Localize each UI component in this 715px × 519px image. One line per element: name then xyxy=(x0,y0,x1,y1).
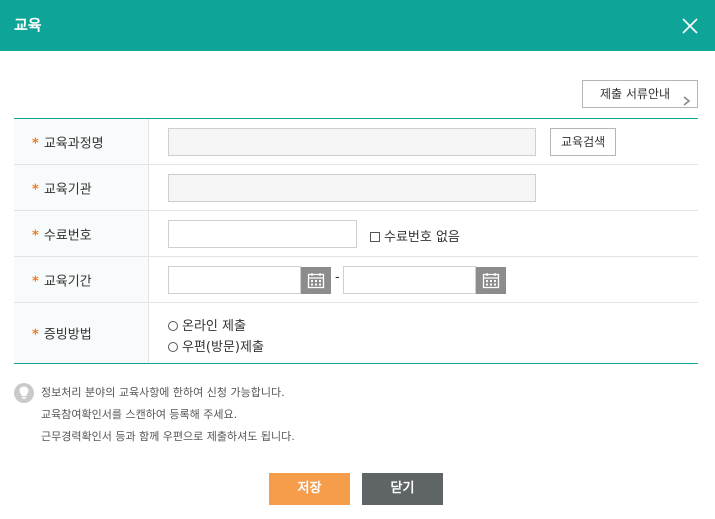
proof-mail-option[interactable]: 우편(방문)제출 xyxy=(168,336,264,355)
lightbulb-icon xyxy=(14,383,34,403)
education-form: * 교육과정명 교육검색 * 교육기관 * 수료번호 수료번호 없음 * 교육기간 - xyxy=(14,118,698,364)
institution-input[interactable] xyxy=(168,174,536,202)
document-guide-button[interactable]: 제출 서류안내 xyxy=(582,80,698,108)
notice-line: 정보처리 분야의 교육사항에 한하여 신청 가능합니다. xyxy=(41,386,285,399)
no-cert-number-option[interactable]: 수료번호 없음 xyxy=(370,226,460,245)
proof-mail-radio[interactable] xyxy=(168,342,178,352)
period-start-input[interactable] xyxy=(168,266,301,294)
period-separator: - xyxy=(335,270,340,285)
save-button[interactable]: 저장 xyxy=(269,473,350,505)
row-period: * 교육기간 - xyxy=(14,257,698,303)
period-label: 교육기간 xyxy=(43,274,92,289)
no-cert-number-checkbox[interactable] xyxy=(370,232,380,242)
proof-method-label: 증빙방법 xyxy=(43,327,92,343)
proof-online-radio[interactable] xyxy=(168,321,178,331)
course-name-label: 교육과정명 xyxy=(43,136,104,151)
required-mark: * xyxy=(32,136,39,151)
required-mark: * xyxy=(32,327,39,343)
period-end-input[interactable] xyxy=(343,266,476,294)
cert-number-label: 수료번호 xyxy=(43,228,92,243)
required-mark: * xyxy=(32,228,39,243)
row-institution: * 교육기관 xyxy=(14,165,698,211)
proof-online-label: 온라인 제출 xyxy=(182,319,246,334)
proof-online-option[interactable]: 온라인 제출 xyxy=(168,315,246,334)
required-mark: * xyxy=(32,182,39,197)
institution-label: 교육기관 xyxy=(43,182,92,197)
course-search-button[interactable]: 교육검색 xyxy=(550,128,617,156)
required-mark: * xyxy=(32,274,39,289)
calendar-icon[interactable] xyxy=(476,267,506,294)
row-cert-number: * 수료번호 수료번호 없음 xyxy=(14,211,698,257)
dialog-title: 교육 xyxy=(14,16,42,34)
dialog-header: 교육 xyxy=(0,0,715,51)
notice-line: 근무경력확인서 등과 함께 우편으로 제출하셔도 됩니다. xyxy=(41,430,295,443)
no-cert-number-label: 수료번호 없음 xyxy=(384,230,460,245)
document-guide-label: 제출 서류안내 xyxy=(600,87,671,101)
chevron-right-icon xyxy=(682,89,691,106)
cert-number-input[interactable] xyxy=(168,220,357,248)
close-icon[interactable] xyxy=(680,16,700,36)
course-name-input[interactable] xyxy=(168,128,536,156)
calendar-icon[interactable] xyxy=(301,267,331,294)
notice-line: 교육참여확인서를 스캔하여 등록해 주세요. xyxy=(41,408,238,421)
row-course-name: * 교육과정명 교육검색 xyxy=(14,119,698,165)
close-button[interactable]: 닫기 xyxy=(362,473,443,505)
row-proof-method: * 증빙방법 온라인 제출 우편(방문)제출 xyxy=(14,303,698,363)
proof-mail-label: 우편(방문)제출 xyxy=(182,340,264,355)
